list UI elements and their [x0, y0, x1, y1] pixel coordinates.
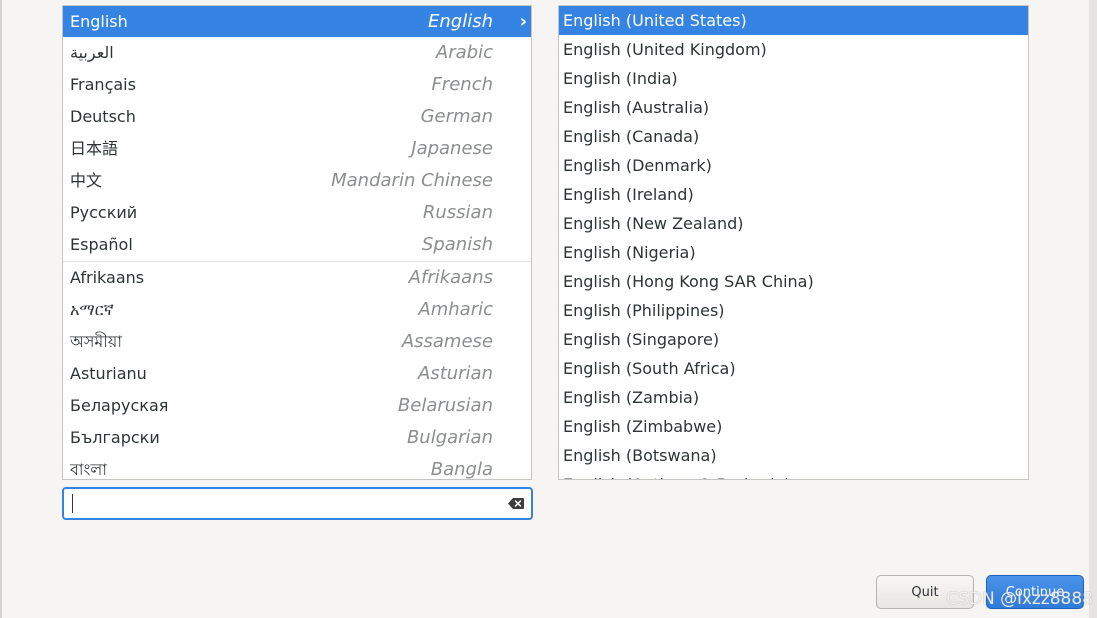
language-row[interactable]: Deutsch German: [63, 101, 531, 133]
locale-list[interactable]: English (United States) English (United K…: [558, 5, 1029, 480]
language-row[interactable]: অসমীয়া Assamese: [63, 326, 531, 358]
language-native-name: العربية: [70, 43, 114, 62]
language-native-name: English: [70, 12, 128, 31]
locale-row[interactable]: English (Ireland): [559, 180, 1028, 209]
language-english-name: Russian: [422, 202, 493, 223]
language-english-name: Amharic: [418, 299, 493, 320]
language-list[interactable]: English English › العربية Arabic Français Fren…: [62, 5, 532, 480]
language-native-name: অসমীয়া: [70, 332, 122, 351]
language-native-name: Français: [70, 75, 136, 94]
language-native-name: 中文: [70, 171, 103, 190]
language-row[interactable]: አማርኛ Amharic: [63, 294, 531, 326]
locale-row[interactable]: English (India): [559, 64, 1028, 93]
locale-row[interactable]: English (Hong Kong SAR China): [559, 267, 1028, 296]
locale-row[interactable]: English (Botswana): [559, 441, 1028, 470]
language-native-name: Afrikaans: [70, 268, 145, 287]
language-native-name: Deutsch: [70, 107, 136, 126]
language-search-box[interactable]: [62, 487, 533, 520]
locale-row[interactable]: English (United Kingdom): [559, 35, 1028, 64]
watermark: CSDN @lxzz8888: [946, 589, 1093, 609]
language-english-name: Japanese: [411, 138, 493, 159]
language-english-name: Afrikaans: [408, 267, 493, 288]
language-row[interactable]: Français French: [63, 69, 531, 101]
language-english-name: Assamese: [401, 331, 493, 352]
language-row[interactable]: Беларуская Belarusian: [63, 390, 531, 422]
language-english-name: Arabic: [435, 42, 493, 63]
locale-row[interactable]: English (South Africa): [559, 354, 1028, 383]
language-row[interactable]: Asturianu Asturian: [63, 358, 531, 390]
language-row[interactable]: 中文 Mandarin Chinese: [63, 165, 531, 197]
language-english-name: Bulgarian: [406, 427, 493, 448]
locale-row[interactable]: English (United States): [559, 6, 1028, 35]
locale-row[interactable]: English (Denmark): [559, 151, 1028, 180]
locale-row[interactable]: English (Australia): [559, 93, 1028, 122]
window-edge-left: [0, 0, 2, 618]
language-row[interactable]: Български Bulgarian: [63, 422, 531, 454]
language-row[interactable]: বাংলা Bangla: [63, 454, 531, 480]
language-native-name: Asturianu: [70, 364, 147, 383]
locale-row[interactable]: English (Canada): [559, 122, 1028, 151]
language-english-name: English: [428, 11, 493, 32]
language-native-name: Беларуская: [70, 396, 169, 415]
locale-row[interactable]: English (Singapore): [559, 325, 1028, 354]
language-native-name: 日本語: [70, 139, 119, 158]
language-english-name: Mandarin Chinese: [331, 170, 493, 191]
locale-row[interactable]: English (Antigua & Barbuda): [559, 470, 1028, 479]
locale-row[interactable]: English (Zimbabwe): [559, 412, 1028, 441]
language-english-name: Belarusian: [397, 395, 493, 416]
language-english-name: German: [420, 106, 493, 127]
language-english-name: Bangla: [430, 459, 493, 480]
locale-row[interactable]: English (Nigeria): [559, 238, 1028, 267]
language-native-name: Español: [70, 235, 133, 254]
language-native-name: Русский: [70, 203, 138, 222]
language-row[interactable]: العربية Arabic: [63, 37, 531, 69]
locale-row[interactable]: English (Zambia): [559, 383, 1028, 412]
text-caret: [72, 494, 73, 513]
language-english-name: French: [431, 74, 493, 95]
language-row[interactable]: English English ›: [63, 6, 531, 37]
language-native-name: Български: [70, 428, 160, 447]
window-edge-right: [1089, 0, 1097, 618]
chevron-right-icon: ›: [519, 11, 527, 32]
language-native-name: বাংলা: [70, 460, 107, 479]
language-row[interactable]: Español Spanish: [63, 229, 531, 261]
language-row[interactable]: 日本語 Japanese: [63, 133, 531, 165]
language-row[interactable]: Afrikaans Afrikaans: [63, 262, 531, 294]
locale-row[interactable]: English (Philippines): [559, 296, 1028, 325]
language-native-name: አማርኛ: [70, 300, 114, 319]
language-row[interactable]: Русский Russian: [63, 197, 531, 229]
language-english-name: Spanish: [421, 234, 493, 255]
language-search-input[interactable]: [70, 492, 500, 515]
language-english-name: Asturian: [418, 363, 493, 384]
clear-text-icon[interactable]: [508, 498, 524, 509]
locale-row[interactable]: English (New Zealand): [559, 209, 1028, 238]
